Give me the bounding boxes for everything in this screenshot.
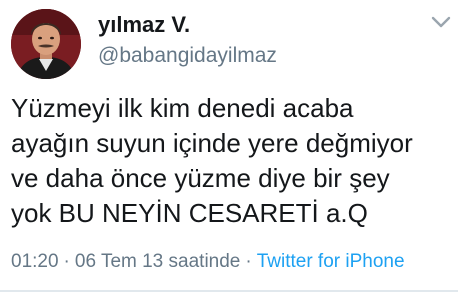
tweet-meta: 01:20 · 06 Tem 13 saatinde · Twitter for iPh… [11, 251, 405, 273]
meta-separator-2: · [245, 251, 252, 272]
chevron-down-icon[interactable] [430, 14, 452, 30]
tweet-source-link[interactable]: Twitter for iPhone [257, 251, 405, 272]
meta-separator: · [63, 251, 70, 272]
profile-photo-icon [11, 9, 81, 79]
user-handle[interactable]: @babangidayilmaz [98, 44, 277, 68]
display-name[interactable]: yılmaz V. [98, 12, 190, 38]
tweet-date: 06 Tem 13 saatinde [74, 251, 241, 272]
tweet-text: Yüzmeyi ilk kim denedi acaba ayağın suyu… [11, 93, 413, 228]
tweet-time: 01:20 [11, 251, 59, 272]
avatar[interactable] [11, 9, 81, 79]
